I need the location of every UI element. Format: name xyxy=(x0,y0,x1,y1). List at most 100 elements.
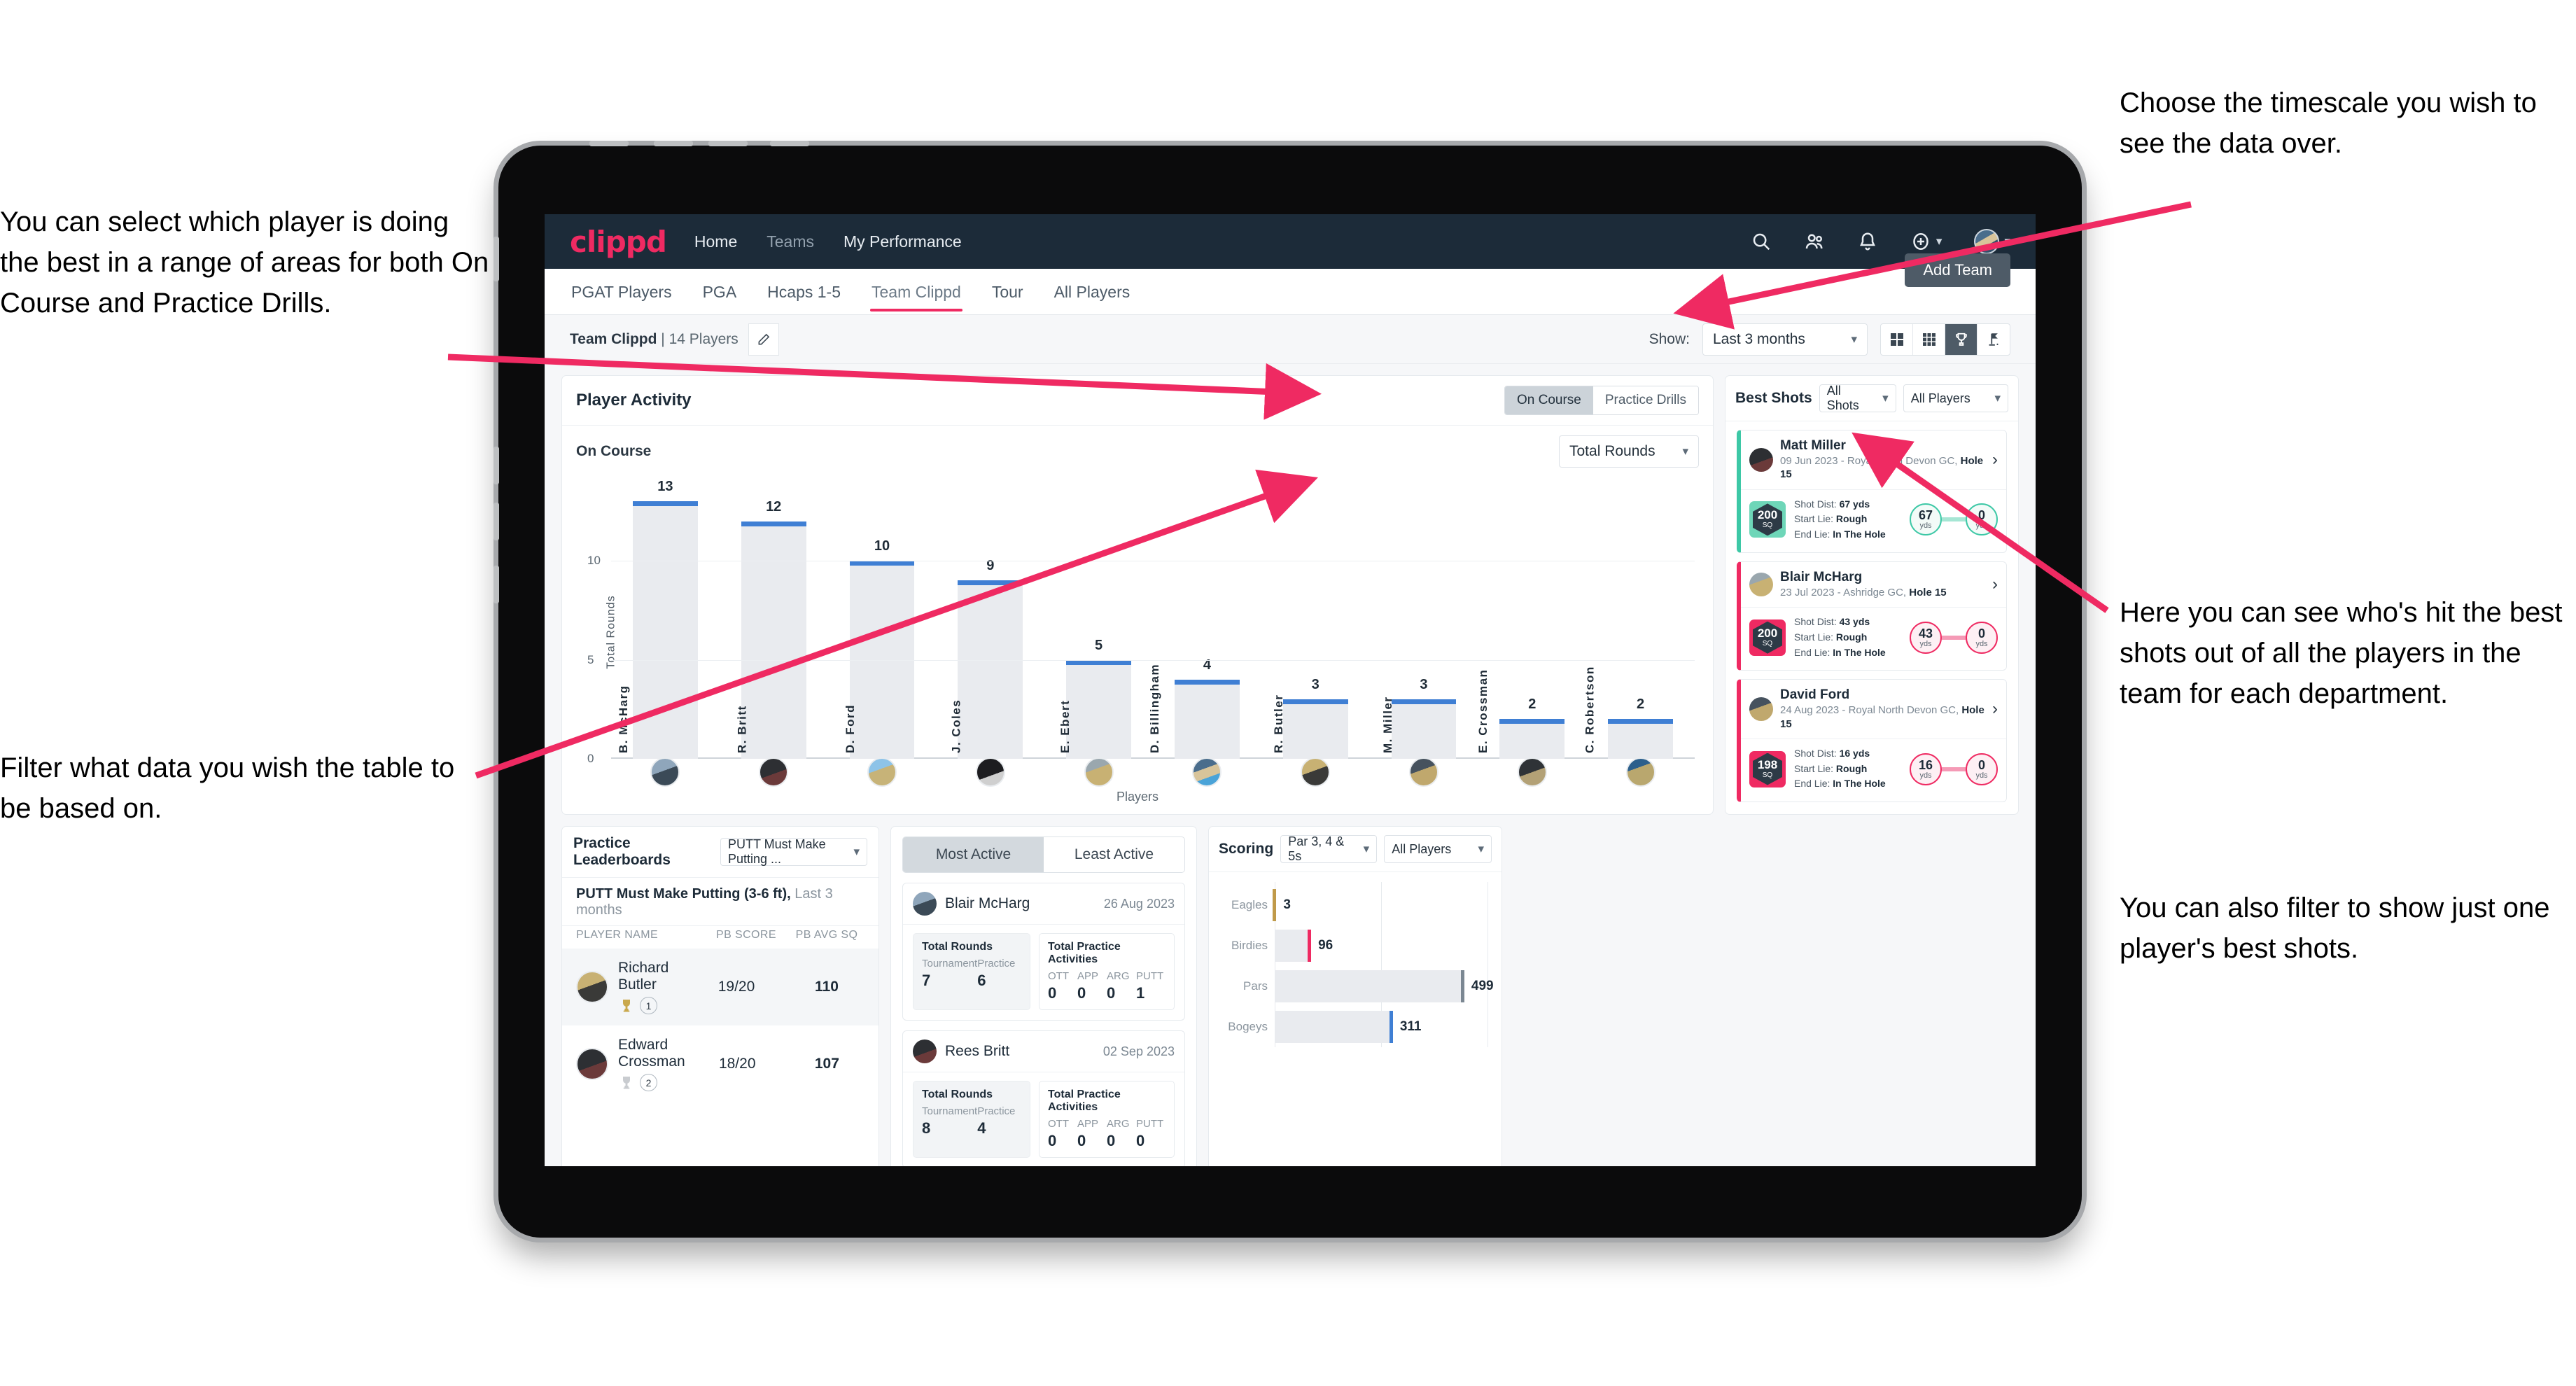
chart-bar[interactable]: 13 B. McHarg xyxy=(617,479,698,759)
grid-3x3-icon xyxy=(1922,332,1935,346)
add-menu[interactable]: ▾ xyxy=(1910,231,1942,252)
segment-on-course[interactable]: On Course xyxy=(1505,386,1593,414)
chart-bar-slot[interactable]: 2 E. Crossman xyxy=(1476,482,1586,759)
nav-link-my-performance[interactable]: My Performance xyxy=(844,232,962,251)
tab-pgat-players[interactable]: PGAT Players xyxy=(570,272,673,312)
chart-player-avatar[interactable] xyxy=(650,757,680,787)
chart-player-avatar[interactable] xyxy=(1625,757,1656,787)
user-menu[interactable]: ▾ xyxy=(1974,229,2010,254)
chart-bar[interactable]: 4 D. Billingham xyxy=(1148,657,1240,759)
chart-bar[interactable]: 2 E. Crossman xyxy=(1476,669,1565,759)
nav-link-teams[interactable]: Teams xyxy=(766,232,814,251)
chevron-right-icon[interactable]: › xyxy=(1992,699,1998,719)
chart-bar-slot[interactable]: 2 C. Robertson xyxy=(1583,482,1695,759)
scoring-category-label: Eagles xyxy=(1231,898,1268,911)
end-lie-row: End Lie: In The Hole xyxy=(1794,646,1886,658)
practice-value: 1 xyxy=(1136,984,1145,1002)
scoring-row[interactable]: Birdies 96 xyxy=(1223,925,1488,966)
best-shot-card[interactable]: David Ford 24 Aug 2023 - Royal North Devo… xyxy=(1737,679,2007,803)
avatar[interactable] xyxy=(1974,229,2000,254)
bell-icon[interactable] xyxy=(1857,231,1878,252)
timescale-select[interactable]: Last 3 months ▾ xyxy=(1702,323,1868,356)
shot-start-value: 16 xyxy=(1918,757,1933,772)
shot-dist-row: Shot Dist: 43 yds xyxy=(1794,616,1870,628)
chevron-right-icon[interactable]: › xyxy=(1992,575,1998,594)
chart-bar[interactable]: 12 R. Britt xyxy=(736,499,806,759)
activity-item[interactable]: Rees Britt 02 Sep 2023 Total Rounds Tournam… xyxy=(902,1030,1185,1166)
chevron-right-icon[interactable]: › xyxy=(1992,450,1998,470)
view-grid-2x2-button[interactable] xyxy=(1881,323,1913,355)
chart-bar[interactable]: 9 J. Coles xyxy=(949,558,1023,759)
tab-pga[interactable]: PGA xyxy=(701,272,738,312)
scoring-row[interactable]: Bogeys 311 xyxy=(1223,1007,1488,1047)
chart-bar[interactable]: 5 E. Ebert xyxy=(1058,638,1132,759)
trophy-icon xyxy=(623,1076,630,1088)
chart-player-avatar[interactable] xyxy=(1301,757,1331,787)
edit-team-button[interactable] xyxy=(748,323,779,356)
end-lie-value: In The Hole xyxy=(1833,778,1886,790)
chart-bar-slot[interactable]: 3 M. Miller xyxy=(1370,482,1478,759)
chart-bar[interactable]: 3 R. Butler xyxy=(1272,677,1348,759)
chart-bar-cap xyxy=(632,501,698,507)
tab-hcaps-1-5[interactable]: Hcaps 1-5 xyxy=(766,272,842,312)
chart-player-avatar[interactable] xyxy=(1192,757,1222,787)
nav-link-home[interactable]: Home xyxy=(694,232,737,251)
tab-most-active[interactable]: Most Active xyxy=(903,837,1044,872)
search-icon[interactable] xyxy=(1751,231,1772,252)
chart-player-avatar[interactable] xyxy=(975,757,1005,787)
table-row[interactable]: Richard Butler 1 19/20 110 xyxy=(562,948,878,1026)
best-shots-shot-filter[interactable]: All Shots ▾ xyxy=(1819,384,1896,412)
plus-circle-icon[interactable] xyxy=(1910,231,1931,252)
clippd-logo[interactable]: clippd xyxy=(570,225,667,259)
segment-practice-drills[interactable]: Practice Drills xyxy=(1592,386,1698,414)
scoring-row[interactable]: Eagles 3 xyxy=(1223,885,1488,925)
people-icon[interactable] xyxy=(1804,231,1825,252)
chart-bar-slot[interactable]: 3 R. Butler xyxy=(1261,482,1370,759)
chart-bar-slot[interactable]: 4 D. Billingham xyxy=(1148,482,1261,759)
practice-key: PUTT xyxy=(1136,970,1164,982)
practice-key: ARG xyxy=(1107,1118,1130,1130)
start-lie-value: Rough xyxy=(1835,631,1868,643)
scoring-player-filter[interactable]: All Players ▾ xyxy=(1384,835,1492,863)
best-shots-player-filter[interactable]: All Players ▾ xyxy=(1903,384,2008,412)
chart-bar-slot[interactable]: 9 J. Coles xyxy=(936,482,1044,759)
scoring-bar-track: 3 xyxy=(1273,889,1488,921)
chart-player-avatar[interactable] xyxy=(1084,757,1114,787)
best-shot-card[interactable]: Matt Miller 09 Jun 2023 - Royal North Dev… xyxy=(1737,430,2007,553)
drill-select[interactable]: PUTT Must Make Putting ... ▾ xyxy=(720,837,867,866)
chart-bar-slot[interactable]: 12 R. Britt xyxy=(720,482,828,759)
chart-player-avatar[interactable] xyxy=(1517,757,1547,787)
chart-player-avatar[interactable] xyxy=(1408,757,1438,787)
rounds-value: 4 xyxy=(977,1119,986,1137)
chart-bar-value: 2 xyxy=(1637,696,1645,713)
y-axis-tick: 5 xyxy=(587,652,594,666)
scoring-par-filter[interactable]: Par 3, 4 & 5s ▾ xyxy=(1280,834,1378,863)
chart-bar-value: 13 xyxy=(657,479,673,495)
shot-quality-value: 200 xyxy=(1757,626,1778,640)
activity-item[interactable]: Blair McHarg 26 Aug 2023 Total Rounds Tourn… xyxy=(902,883,1185,1021)
view-golf-flag-button[interactable] xyxy=(1977,324,2010,355)
player-badges: 2 xyxy=(618,1074,685,1091)
best-shot-card[interactable]: Blair McHarg 23 Jul 2023 - Ashridge GC, H… xyxy=(1737,561,2007,671)
chart-bar[interactable]: 3 M. Miller xyxy=(1381,677,1457,759)
tab-all-players[interactable]: All Players xyxy=(1053,272,1132,312)
scoring-row[interactable]: Pars 499 xyxy=(1223,966,1494,1007)
tab-least-active[interactable]: Least Active xyxy=(1044,837,1184,872)
view-trophy-button[interactable] xyxy=(1945,323,1977,355)
view-grid-3x3-button[interactable] xyxy=(1913,323,1945,355)
scoring-bar xyxy=(1275,970,1464,1002)
chart-player-avatar[interactable] xyxy=(867,757,897,787)
chart-bar-slot[interactable]: 5 E. Ebert xyxy=(1044,482,1153,759)
chart-bar[interactable]: 2 C. Robertson xyxy=(1583,666,1673,759)
chart-player-avatar[interactable] xyxy=(759,757,789,787)
scoring-chart: Eagles 3 Birdies 96 Pars 499 Bogeys 311 xyxy=(1209,872,1502,1047)
table-row[interactable]: Edward Crossman 2 18/20 107 xyxy=(562,1026,878,1102)
shot-quality-badge: 200 SQ xyxy=(1749,501,1786,538)
tab-team-clippd[interactable]: Team Clippd xyxy=(870,272,962,312)
tab-tour[interactable]: Tour xyxy=(990,272,1025,312)
chart-bar-slot[interactable]: 10 D. Ford xyxy=(828,482,937,759)
scoring-bar-tip xyxy=(1389,1011,1393,1043)
add-team-button[interactable]: Add Team xyxy=(1905,253,2010,287)
metric-select[interactable]: Total Rounds ▾ xyxy=(1559,435,1699,468)
chart-bar-slot[interactable]: 13 B. McHarg xyxy=(611,479,720,759)
